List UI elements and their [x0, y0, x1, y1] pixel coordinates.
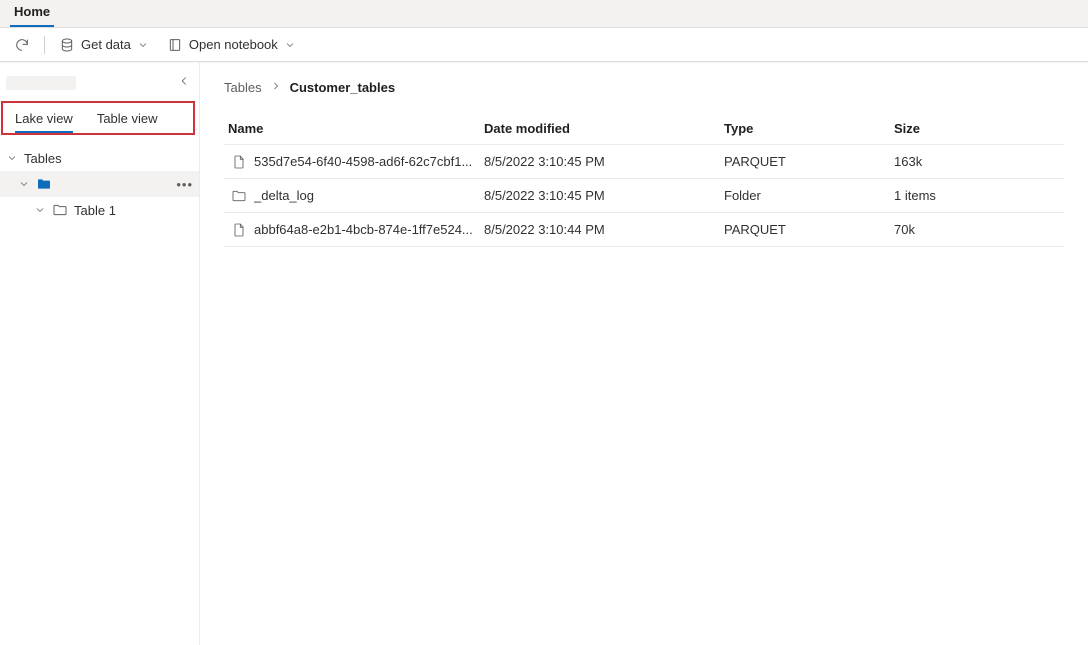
chevron-down-icon: [137, 39, 149, 51]
tab-table-view[interactable]: Table view: [85, 103, 170, 133]
tab-lake-view[interactable]: Lake view: [3, 103, 85, 133]
open-notebook-button[interactable]: Open notebook: [161, 33, 302, 57]
col-header-name[interactable]: Name: [224, 121, 484, 136]
cell-type: PARQUET: [724, 154, 894, 169]
toolbar-separator: [44, 36, 45, 54]
chevron-right-icon: [270, 80, 282, 95]
get-data-label: Get data: [81, 37, 131, 52]
table-row[interactable]: abbf64a8-e2b1-4bcb-874e-1ff7e524... 8/5/…: [224, 213, 1064, 247]
cell-size: 163k: [894, 154, 1064, 169]
tree-label: Table 1: [74, 203, 116, 218]
breadcrumb-root[interactable]: Tables: [224, 80, 262, 95]
notebook-icon: [167, 37, 183, 53]
folder-outline-icon: [52, 202, 68, 218]
lakehouse-name-placeholder: [6, 76, 76, 90]
sidebar: Lake view Table view Tables •••: [0, 62, 200, 645]
explorer-tree: Tables ••• Table 1: [0, 143, 199, 225]
tree-node-table-1[interactable]: Table 1: [0, 197, 199, 223]
cell-size: 70k: [894, 222, 1064, 237]
tree-node-customer-tables[interactable]: •••: [0, 171, 199, 197]
refresh-button[interactable]: [8, 33, 36, 57]
chevron-down-icon: [34, 204, 46, 216]
cell-size: 1 items: [894, 188, 1064, 203]
breadcrumb-current: Customer_tables: [290, 80, 395, 95]
content-area: Tables Customer_tables Name Date modifie…: [200, 62, 1088, 645]
cell-name: 535d7e54-6f40-4598-ad6f-62c7cbf1...: [254, 154, 484, 169]
chevron-down-icon: [6, 152, 18, 164]
tree-label: Tables: [24, 151, 62, 166]
get-data-button[interactable]: Get data: [53, 33, 155, 57]
ribbon-tab-bar: Home: [0, 0, 1088, 28]
more-options-icon[interactable]: •••: [176, 177, 193, 192]
view-tabs-highlight: Lake view Table view: [1, 101, 195, 135]
cell-modified: 8/5/2022 3:10:45 PM: [484, 154, 724, 169]
tree-node-tables[interactable]: Tables: [0, 145, 199, 171]
col-header-type[interactable]: Type: [724, 121, 894, 136]
table-row[interactable]: 535d7e54-6f40-4598-ad6f-62c7cbf1... 8/5/…: [224, 145, 1064, 179]
ribbon-tab-home[interactable]: Home: [10, 0, 54, 27]
chevron-down-icon: [284, 39, 296, 51]
cell-modified: 8/5/2022 3:10:44 PM: [484, 222, 724, 237]
table-row[interactable]: _delta_log 8/5/2022 3:10:45 PM Folder 1 …: [224, 179, 1064, 213]
cell-type: Folder: [724, 188, 894, 203]
file-icon: [224, 222, 254, 238]
cell-type: PARQUET: [724, 222, 894, 237]
open-notebook-label: Open notebook: [189, 37, 278, 52]
folder-icon: [36, 176, 52, 192]
refresh-icon: [14, 37, 30, 53]
col-header-size[interactable]: Size: [894, 121, 1064, 136]
table-header-row: Name Date modified Type Size: [224, 113, 1064, 145]
cell-name: abbf64a8-e2b1-4bcb-874e-1ff7e524...: [254, 222, 484, 237]
breadcrumb: Tables Customer_tables: [224, 80, 1064, 95]
collapse-sidebar-button[interactable]: [175, 72, 193, 93]
cell-name: _delta_log: [254, 188, 484, 203]
col-header-modified[interactable]: Date modified: [484, 121, 724, 136]
cell-modified: 8/5/2022 3:10:45 PM: [484, 188, 724, 203]
file-icon: [224, 154, 254, 170]
chevron-down-icon: [18, 178, 30, 190]
database-icon: [59, 37, 75, 53]
folder-outline-icon: [224, 188, 254, 204]
file-table: Name Date modified Type Size 535d7e54-6f…: [224, 113, 1064, 247]
toolbar: Get data Open notebook: [0, 28, 1088, 62]
